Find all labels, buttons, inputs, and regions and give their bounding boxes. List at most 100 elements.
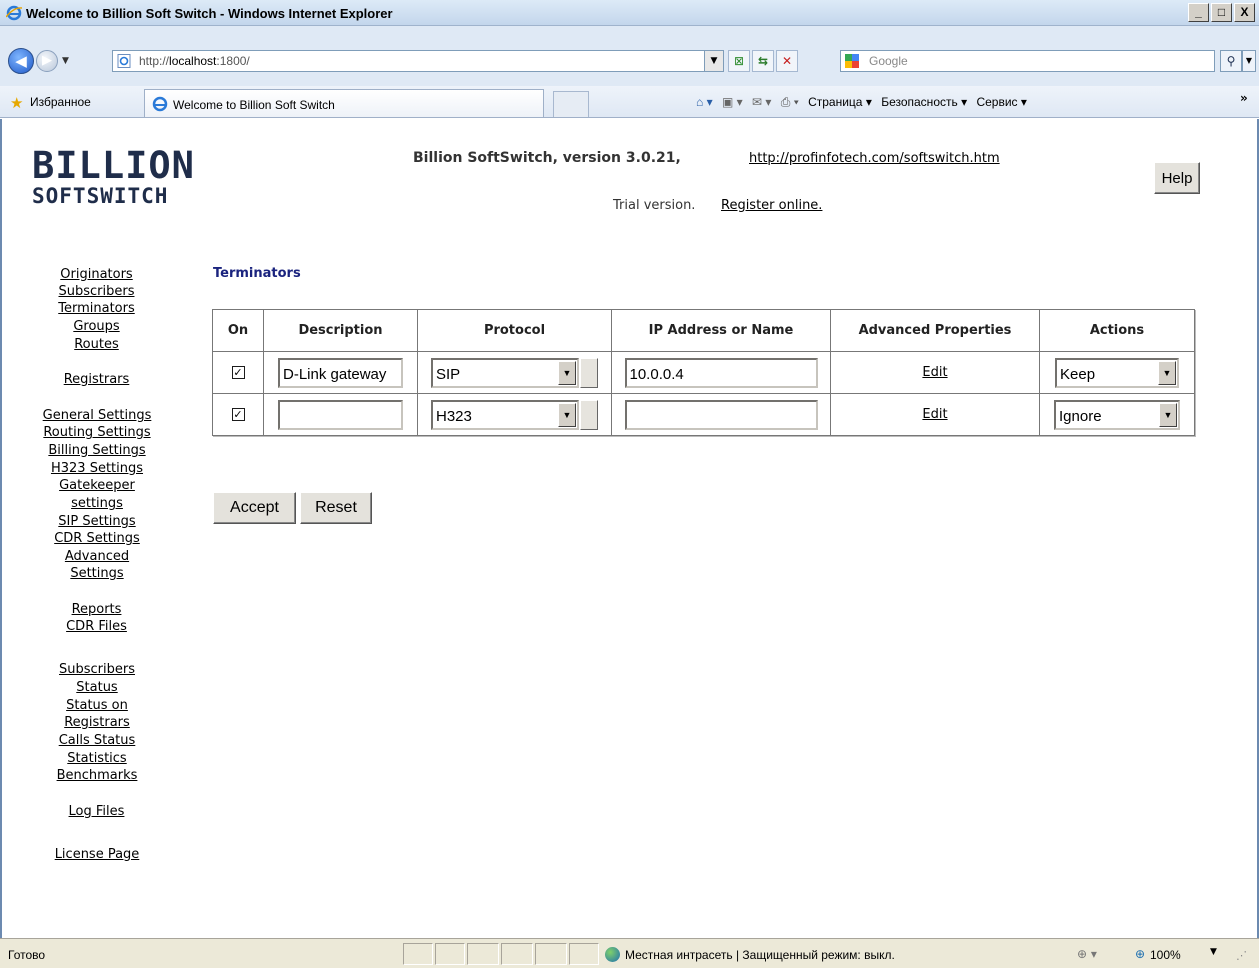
- nav-benchmarks[interactable]: Benchmarks: [27, 767, 167, 785]
- version-text: Billion SoftSwitch, version 3.0.21,: [413, 150, 681, 166]
- address-dropdown-button[interactable]: ▼: [704, 50, 724, 72]
- description-input[interactable]: [278, 399, 403, 430]
- zoom-level[interactable]: 100%: [1150, 948, 1181, 962]
- mail-icon[interactable]: ✉ ▾: [752, 95, 771, 109]
- protocol-options-button[interactable]: [580, 357, 598, 388]
- nav-originators[interactable]: Originators: [49, 266, 144, 284]
- resize-grip-icon[interactable]: ⋰: [1236, 949, 1247, 962]
- nav-cdr-settings[interactable]: CDR Settings: [27, 530, 167, 548]
- zoom-dropdown-icon[interactable]: ▼: [1210, 947, 1217, 957]
- nav-subscribers-status-2[interactable]: Status: [27, 679, 167, 697]
- print-icon[interactable]: ⎙ ▾: [781, 95, 799, 109]
- action-value: Ignore: [1059, 407, 1102, 425]
- search-input[interactable]: Google: [840, 50, 1215, 72]
- safety-menu[interactable]: Безопасность ▾: [881, 95, 967, 109]
- description-cell: D-Link gateway: [263, 351, 418, 394]
- protocol-options-button[interactable]: [580, 399, 598, 430]
- nav-registrars[interactable]: Registrars: [49, 371, 144, 389]
- col-advanced-properties: Advanced Properties: [830, 309, 1040, 352]
- nav-log-files[interactable]: Log Files: [49, 803, 144, 821]
- history-dropdown-icon[interactable]: ▼: [62, 56, 69, 66]
- tab-title: Welcome to Billion Soft Switch: [173, 98, 335, 112]
- arrow-right-icon: ▶: [42, 53, 52, 68]
- address-toolbar: ◀ ▶ ▼ http://localhost:1800/ ▼ ⊠ ⇆ ✕ Goo…: [0, 26, 1259, 86]
- on-checkbox[interactable]: ✓: [231, 366, 245, 379]
- status-cell: [403, 943, 433, 965]
- chevron-down-icon[interactable]: ▼: [1159, 402, 1177, 427]
- protocol-select[interactable]: SIP ▼: [431, 357, 579, 388]
- nav-subscribers-status[interactable]: Subscribers: [27, 661, 167, 679]
- nav-gatekeeper-settings-2[interactable]: settings: [27, 495, 167, 513]
- popup-blocker-icon[interactable]: ⊕ ▾: [1077, 947, 1097, 961]
- refresh-icon[interactable]: ⇆: [752, 50, 774, 72]
- nav-advanced-settings[interactable]: Advanced: [27, 548, 167, 566]
- search-icon[interactable]: ⚲: [1220, 50, 1242, 72]
- help-button[interactable]: Help: [1154, 162, 1200, 194]
- favorites-star-icon[interactable]: ★: [10, 94, 23, 112]
- table-row: ✓ D-Link gateway SIP ▼ 10.0.0.4 Edit Keep…: [212, 351, 1195, 394]
- chevron-more-icon[interactable]: »: [1240, 91, 1248, 105]
- nav-calls-status[interactable]: Calls Status: [27, 732, 167, 750]
- nav-license-page[interactable]: License Page: [27, 846, 167, 864]
- nav-terminators[interactable]: Terminators: [49, 300, 144, 318]
- back-button[interactable]: ◀: [8, 48, 34, 74]
- compatibility-view-icon[interactable]: ⊠: [728, 50, 750, 72]
- nav-h323-settings[interactable]: H323 Settings: [27, 460, 167, 478]
- maximize-button[interactable]: □: [1211, 3, 1232, 22]
- status-cell: [467, 943, 499, 965]
- page-menu[interactable]: Страница ▾: [808, 95, 872, 109]
- col-description: Description: [263, 309, 418, 352]
- chevron-down-icon[interactable]: ▼: [558, 402, 576, 427]
- action-select[interactable]: Ignore ▼: [1054, 399, 1180, 430]
- ip-address-input[interactable]: [624, 399, 818, 430]
- on-checkbox[interactable]: ✓: [231, 408, 245, 421]
- accept-button[interactable]: Accept: [213, 492, 296, 524]
- nav-advanced-settings-2[interactable]: Settings: [27, 565, 167, 583]
- ip-cell: [611, 393, 831, 436]
- edit-advanced-link[interactable]: Edit: [922, 365, 947, 380]
- chevron-down-icon[interactable]: ▼: [1158, 360, 1176, 385]
- forward-button[interactable]: ▶: [36, 50, 58, 72]
- actions-cell: Keep ▼: [1039, 351, 1195, 394]
- nav-cdr-files[interactable]: CDR Files: [49, 618, 144, 636]
- minimize-button[interactable]: _: [1188, 3, 1209, 22]
- nav-routing-settings[interactable]: Routing Settings: [27, 424, 167, 442]
- stop-icon[interactable]: ✕: [776, 50, 798, 72]
- chevron-down-icon[interactable]: ▼: [558, 360, 576, 385]
- search-options-dropdown[interactable]: ▼: [1242, 50, 1256, 72]
- nav-subscribers[interactable]: Subscribers: [49, 283, 144, 301]
- edit-advanced-link[interactable]: Edit: [922, 407, 947, 422]
- new-tab-button[interactable]: [553, 91, 589, 117]
- address-input[interactable]: http://localhost:1800/: [112, 50, 724, 72]
- security-zone-text[interactable]: Местная интрасеть | Защищенный режим: вы…: [625, 948, 895, 962]
- nav-statistics[interactable]: Statistics: [27, 750, 167, 768]
- action-select[interactable]: Keep ▼: [1055, 357, 1179, 388]
- advanced-cell: Edit: [830, 351, 1040, 394]
- favorites-button[interactable]: Избранное: [30, 95, 91, 109]
- reset-button[interactable]: Reset: [300, 492, 372, 524]
- nav-sip-settings[interactable]: SIP Settings: [27, 513, 167, 531]
- nav-status-on-registrars-2[interactable]: Registrars: [27, 714, 167, 732]
- browser-tab[interactable]: Welcome to Billion Soft Switch: [144, 89, 544, 117]
- protocol-value: SIP: [436, 365, 461, 383]
- ip-address-input[interactable]: 10.0.0.4: [624, 357, 818, 388]
- description-input[interactable]: D-Link gateway: [278, 357, 403, 388]
- register-online-link[interactable]: Register online.: [721, 198, 822, 213]
- nav-reports[interactable]: Reports: [49, 601, 144, 619]
- nav-groups[interactable]: Groups: [49, 318, 144, 336]
- home-icon[interactable]: ⌂ ▾: [696, 95, 713, 109]
- close-button[interactable]: X: [1234, 3, 1255, 22]
- nav-billing-settings[interactable]: Billing Settings: [27, 442, 167, 460]
- status-cell: [435, 943, 465, 965]
- nav-general-settings[interactable]: General Settings: [27, 407, 167, 425]
- zoom-icon[interactable]: ⊕: [1135, 947, 1145, 961]
- nav-status-on-registrars[interactable]: Status on: [27, 697, 167, 715]
- search-placeholder: Google: [869, 54, 908, 68]
- protocol-select[interactable]: H323 ▼: [431, 399, 579, 430]
- feeds-icon[interactable]: ▣ ▾: [722, 95, 743, 109]
- terminators-table: On Description Protocol IP Address or Na…: [212, 309, 1195, 436]
- softswitch-link[interactable]: http://profinfotech.com/softswitch.htm: [749, 151, 1000, 166]
- tools-menu[interactable]: Сервис ▾: [976, 95, 1026, 109]
- nav-gatekeeper-settings[interactable]: Gatekeeper: [27, 477, 167, 495]
- nav-routes[interactable]: Routes: [49, 336, 144, 354]
